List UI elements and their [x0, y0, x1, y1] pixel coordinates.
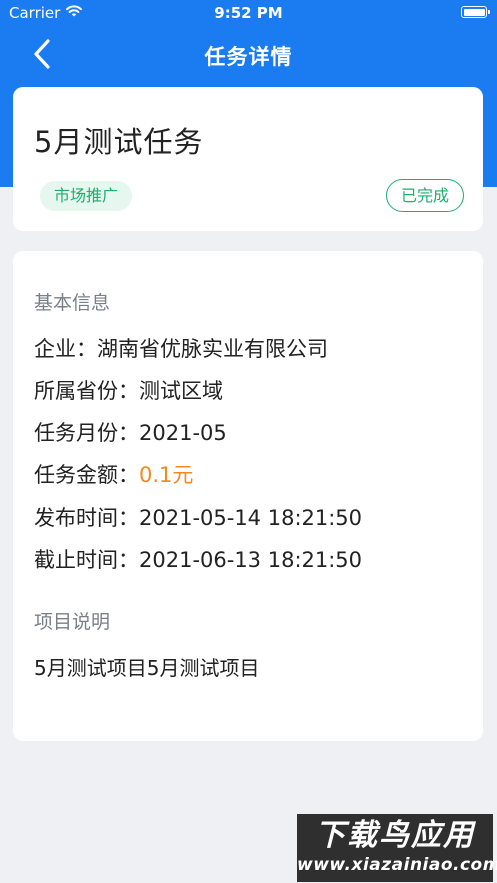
status-badge: 已完成: [385, 179, 464, 212]
info-value: 2021-06-13 18:21:50: [139, 548, 363, 572]
project-desc-heading: 项目说明: [34, 611, 111, 633]
watermark-title: 下载鸟应用: [315, 818, 475, 853]
project-description: 5月测试项目5月测试项目: [34, 656, 260, 680]
navigation-bar: 任务详情: [0, 28, 497, 84]
info-label: 截止时间：: [34, 548, 139, 572]
task-info-card: 基本信息 企业：湖南省优脉实业有限公司 所属省份：测试区域 任务月份：2021-…: [13, 251, 483, 741]
info-value: 2021-05: [139, 421, 227, 445]
task-title-card: 5月测试任务 市场推广 已完成: [13, 87, 483, 231]
info-row-amount: 任务金额：0.1元: [34, 459, 193, 489]
info-row-deadline: 截止时间：2021-06-13 18:21:50: [34, 544, 362, 574]
info-row-publish-time: 发布时间：2021-05-14 18:21:50: [34, 502, 362, 532]
task-detail-screen: Carrier 9:52 PM 任务详情 5月测试任务 市场推广 已完成 基本信…: [0, 0, 497, 883]
info-row-province: 所属省份：测试区域: [34, 375, 223, 405]
info-value: 2021-05-14 18:21:50: [139, 506, 363, 530]
basic-info-heading: 基本信息: [34, 292, 111, 314]
info-label: 任务金额：: [34, 463, 139, 487]
info-value: 测试区域: [139, 379, 223, 403]
status-time: 9:52 PM: [214, 4, 283, 22]
watermark-url: www.xiazainiao.com: [297, 855, 497, 875]
battery-icon: [461, 6, 490, 18]
info-row-company: 企业：湖南省优脉实业有限公司: [34, 333, 328, 363]
task-amount: 0.1元: [139, 463, 194, 487]
status-bar: Carrier 9:52 PM: [0, 0, 497, 28]
task-title: 5月测试任务: [34, 125, 204, 159]
info-label: 所属省份：: [34, 379, 139, 403]
info-row-month: 任务月份：2021-05: [34, 417, 227, 447]
info-value: 湖南省优脉实业有限公司: [97, 337, 328, 361]
info-label: 任务月份：: [34, 421, 139, 445]
info-label: 企业：: [34, 337, 97, 361]
category-tag: 市场推广: [40, 181, 133, 211]
info-label: 发布时间：: [34, 506, 139, 530]
page-title: 任务详情: [204, 45, 293, 69]
watermark-logo: 下载鸟应用 www.xiazainiao.com: [297, 814, 497, 882]
